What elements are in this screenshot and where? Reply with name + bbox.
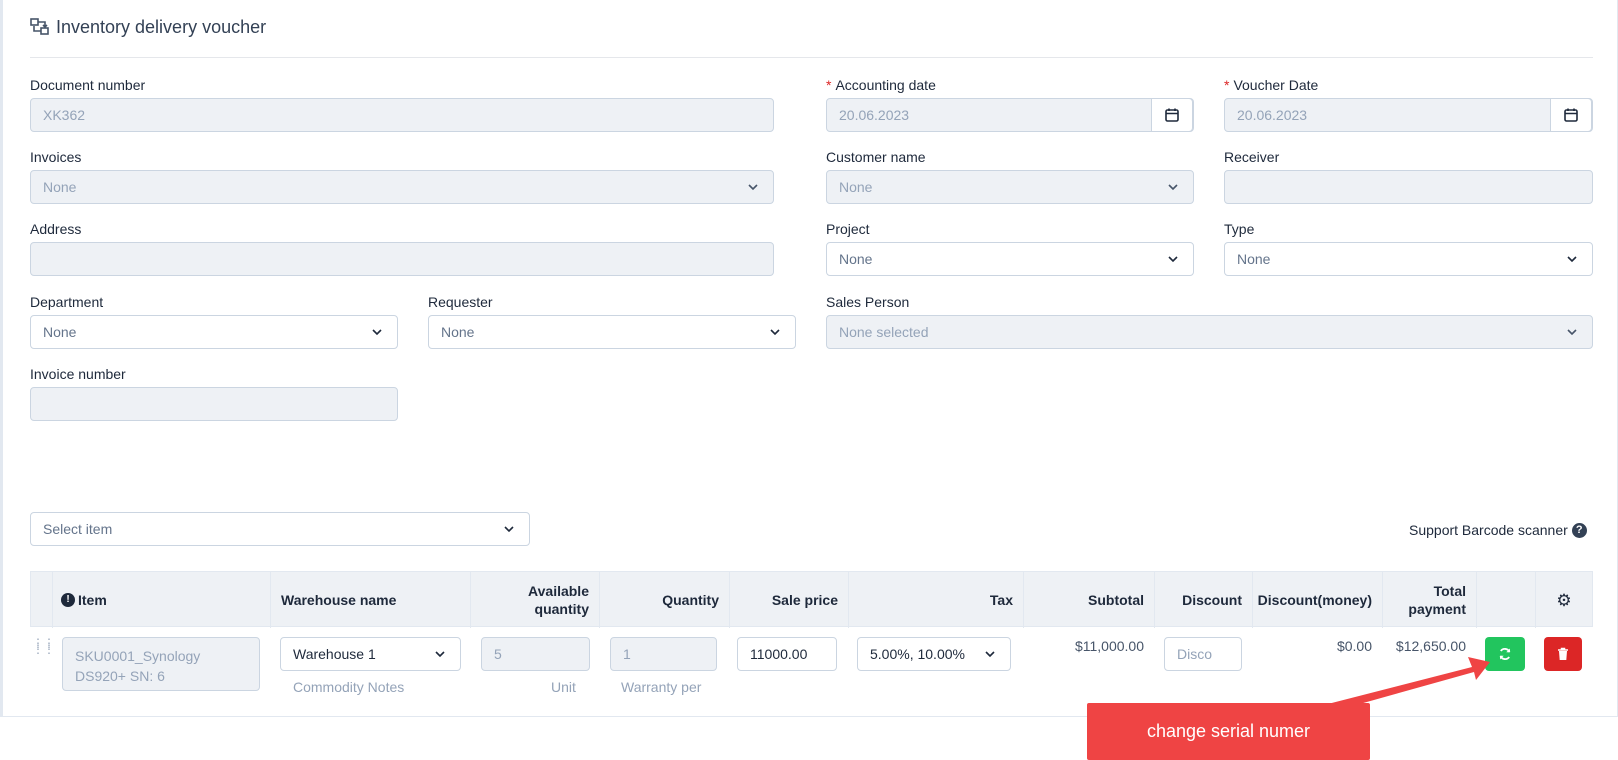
unit-field[interactable]: Unit bbox=[551, 679, 576, 695]
sale-price-column-header: Sale price bbox=[730, 572, 849, 628]
quantity-field[interactable]: 1 bbox=[610, 637, 717, 671]
barcode-label: Support Barcode scanner bbox=[1409, 522, 1568, 538]
requester-select[interactable]: None bbox=[428, 315, 796, 349]
trash-icon bbox=[1558, 647, 1568, 660]
voucher-page: Inventory delivery voucher Document numb… bbox=[0, 0, 1618, 717]
tax-column-header: Tax bbox=[849, 572, 1024, 628]
warranty-field[interactable]: Warranty per bbox=[621, 679, 705, 695]
subtotal-value: $11,000.00 bbox=[1074, 638, 1144, 654]
discount-field[interactable]: Disco bbox=[1164, 637, 1242, 671]
customer-name-select[interactable]: None bbox=[826, 170, 1194, 204]
gear-icon[interactable]: ⚙ bbox=[1556, 592, 1571, 609]
accounting-date-field[interactable]: 20.06.2023 bbox=[826, 98, 1194, 132]
invoices-label: Invoices bbox=[30, 149, 82, 165]
table-header: ! Item Warehouse name Available quantity… bbox=[30, 571, 1593, 628]
page-header: Inventory delivery voucher bbox=[30, 14, 1593, 58]
invoice-number-label: Invoice number bbox=[30, 366, 126, 382]
voucher-date-label: * Voucher Date bbox=[1224, 77, 1319, 93]
alert-icon: ! bbox=[61, 593, 75, 607]
department-label: Department bbox=[30, 294, 104, 310]
chevron-down-icon bbox=[1168, 184, 1178, 191]
item-textarea[interactable]: SKU0001_Synology DS920+ SN: 6 bbox=[62, 637, 260, 691]
chevron-down-icon bbox=[435, 651, 445, 658]
chevron-down-icon bbox=[748, 184, 758, 191]
action-column-header bbox=[1477, 572, 1536, 628]
barcode-support: Support Barcode scanner ? bbox=[1409, 522, 1587, 538]
warehouse-select[interactable]: Warehouse 1 bbox=[280, 637, 461, 671]
settings-column-header: ⚙ bbox=[1536, 572, 1592, 628]
total-payment-column-header: Total payment bbox=[1383, 572, 1477, 628]
subtotal-column-header: Subtotal bbox=[1024, 572, 1155, 628]
chevron-down-icon bbox=[770, 329, 780, 336]
sales-person-label: Sales Person bbox=[826, 294, 910, 310]
item-column-header: ! Item bbox=[53, 572, 271, 628]
chevron-down-icon bbox=[1567, 329, 1577, 336]
calendar-icon[interactable] bbox=[1151, 98, 1193, 132]
document-number-label: Document number bbox=[30, 77, 146, 93]
transfer-icon bbox=[30, 14, 50, 39]
receiver-field[interactable] bbox=[1224, 170, 1593, 204]
project-select[interactable]: None bbox=[826, 242, 1194, 276]
calendar-icon[interactable] bbox=[1550, 98, 1592, 132]
commodity-notes-field[interactable]: Commodity Notes bbox=[293, 679, 404, 695]
help-icon[interactable]: ? bbox=[1571, 522, 1587, 538]
voucher-date-field[interactable]: 20.06.2023 bbox=[1224, 98, 1593, 132]
page-title: Inventory delivery voucher bbox=[56, 17, 267, 37]
available-quantity-field: 5 bbox=[481, 637, 590, 671]
discount-column-header: Discount bbox=[1155, 572, 1253, 628]
address-label: Address bbox=[30, 221, 82, 237]
chevron-down-icon bbox=[1567, 256, 1577, 263]
requester-label: Requester bbox=[428, 294, 493, 310]
drag-column-header bbox=[31, 572, 53, 628]
drag-handle-icon[interactable]: ⋮⋮ ⋮⋮ bbox=[32, 637, 55, 655]
invoice-number-field[interactable] bbox=[30, 387, 398, 421]
sale-price-field[interactable]: 11000.00 bbox=[737, 637, 837, 671]
address-field[interactable] bbox=[30, 242, 774, 276]
chevron-down-icon bbox=[504, 526, 514, 533]
type-select[interactable]: None bbox=[1224, 242, 1593, 276]
items-table: ! Item Warehouse name Available quantity… bbox=[30, 571, 1593, 628]
invoices-select[interactable]: None bbox=[30, 170, 774, 204]
chevron-down-icon bbox=[1168, 256, 1178, 263]
select-item-dropdown[interactable]: Select item bbox=[30, 512, 530, 546]
callout-text: change serial numer bbox=[1146, 721, 1311, 741]
customer-name-label: Customer name bbox=[826, 149, 926, 165]
document-number-field[interactable]: XK362 bbox=[30, 98, 774, 132]
warehouse-column-header: Warehouse name bbox=[271, 572, 471, 628]
chevron-down-icon bbox=[372, 329, 382, 336]
chevron-down-icon bbox=[985, 651, 995, 658]
department-select[interactable]: None bbox=[30, 315, 398, 349]
receiver-label: Receiver bbox=[1224, 149, 1280, 165]
callout-note: change serial numer bbox=[1087, 703, 1370, 760]
available-quantity-column-header: Available quantity bbox=[471, 572, 600, 628]
discount-money-column-header: Discount(money) bbox=[1253, 572, 1383, 628]
tax-select[interactable]: 5.00%, 10.00% bbox=[857, 637, 1011, 671]
delete-row-button[interactable] bbox=[1544, 637, 1582, 671]
sales-person-select[interactable]: None selected bbox=[826, 315, 1593, 349]
project-label: Project bbox=[826, 221, 870, 237]
quantity-column-header: Quantity bbox=[600, 572, 730, 628]
type-label: Type bbox=[1224, 221, 1255, 237]
accounting-date-label: * Accounting date bbox=[826, 77, 936, 93]
